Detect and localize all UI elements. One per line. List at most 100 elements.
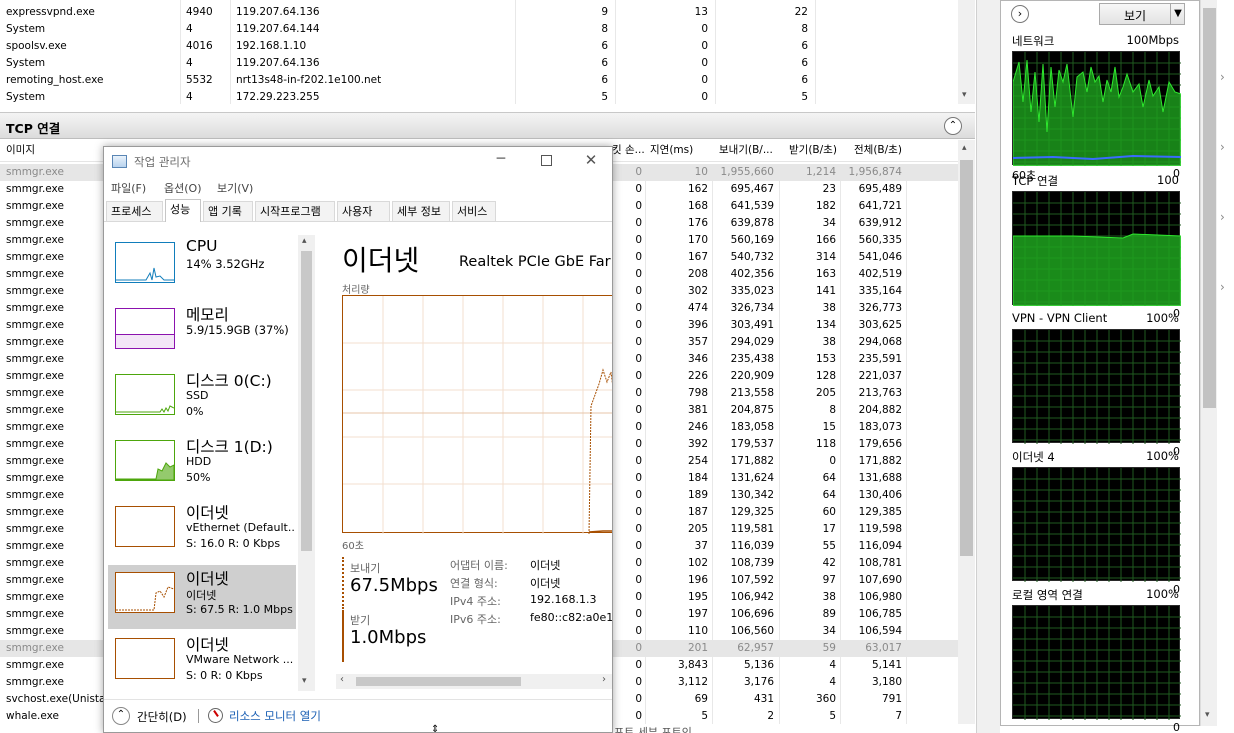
row-image: smmgr.exe: [6, 608, 64, 620]
sidebar-item-title: 디스크 1(D:): [186, 438, 273, 456]
sidebar-item[interactable]: CPU 14% 3.52GHz: [108, 235, 296, 299]
sidebar-thumbnail: [115, 638, 175, 679]
sidebar-item[interactable]: 디스크 0(C:) SSD 0%: [108, 367, 296, 431]
sidebar-thumbnail: [115, 374, 175, 415]
scroll-up-icon[interactable]: ▴: [302, 236, 307, 246]
row-packet-loss: 0: [635, 302, 642, 314]
collapse-icon[interactable]: ⌃: [944, 117, 962, 135]
row-image: whale.exe: [6, 710, 60, 722]
tab-5[interactable]: 사용자: [337, 201, 390, 221]
menu-file[interactable]: 파일(F): [111, 180, 146, 196]
top-table-scrollbar[interactable]: ▾: [958, 0, 975, 104]
chevron-right-icon[interactable]: ›: [1220, 210, 1225, 224]
minimize-button[interactable]: ─: [486, 151, 516, 171]
sidebar-scroll-thumb[interactable]: [301, 251, 312, 551]
graph-title: 로컬 영역 연결: [1012, 588, 1083, 602]
scroll-left-icon[interactable]: ‹: [340, 674, 344, 685]
scroll-right-icon[interactable]: ›: [602, 674, 606, 685]
row-image: smmgr.exe: [6, 336, 64, 348]
sidebar-item[interactable]: 메모리 5.9/15.9GB (37%): [108, 301, 296, 365]
row-recv: 128: [815, 370, 836, 382]
row-image: smmgr.exe: [6, 319, 64, 331]
tab-2[interactable]: 성능: [165, 199, 201, 222]
row-image: smmgr.exe: [6, 183, 64, 195]
graph-title: 네트워크: [1012, 34, 1055, 48]
chevron-down-icon[interactable]: ▼: [1170, 4, 1185, 24]
chevron-right-icon[interactable]: ›: [1220, 140, 1225, 154]
scroll-up-icon[interactable]: ▴: [962, 143, 967, 153]
open-resource-monitor-link[interactable]: 리소스 모니터 열기: [229, 708, 321, 724]
tab-1[interactable]: 프로세스: [106, 201, 163, 221]
row-latency: 208: [687, 268, 708, 280]
menu-view[interactable]: 보기(V): [217, 180, 253, 196]
row-send: 2: [767, 710, 774, 722]
table-row[interactable]: System 4 172.29.223.255 5 0 5: [0, 89, 958, 106]
sidebar-item[interactable]: 디스크 1(D:) HDD 50%: [108, 433, 296, 497]
graphs-scroll-thumb[interactable]: [1203, 8, 1216, 408]
sidebar-item-title: 메모리: [186, 306, 229, 324]
scroll-down-icon[interactable]: ▾: [302, 676, 307, 686]
row-recv: 4: [829, 659, 836, 671]
detail-hscrollbar[interactable]: ‹ ›: [336, 674, 612, 689]
property-value: fe80::c82:a0e1:: [530, 611, 612, 624]
sidebar-item[interactable]: 이더넷 이더넷 S: 67.5 R: 1.0 Mbps: [108, 565, 296, 629]
collapse-chevron-icon[interactable]: ⌃: [112, 707, 130, 725]
maximize-button[interactable]: [532, 151, 562, 171]
sidebar-item[interactable]: 이더넷 VMware Network ... S: 0 R: 0 Kbps: [108, 631, 296, 695]
tab-4[interactable]: 시작프로그램: [255, 201, 335, 221]
row-latency: 5: [701, 710, 708, 722]
row-value: 0: [701, 40, 708, 52]
table-row[interactable]: expressvpnd.exe 4940 119.207.64.136 9 13 22: [0, 4, 958, 21]
row-latency: 168: [687, 200, 708, 212]
chevron-right-icon[interactable]: ›: [1220, 70, 1225, 84]
collapse-link[interactable]: 간단히(D): [137, 709, 187, 725]
col-header-image[interactable]: 이미지: [6, 142, 35, 159]
title-bar[interactable]: 작업 관리자 ─ ✕: [104, 147, 612, 177]
row-recv: 34: [822, 217, 836, 229]
detail-hscroll-thumb[interactable]: [356, 677, 521, 686]
row-packet-loss: 0: [635, 319, 642, 331]
row-total: 183,073: [858, 421, 902, 433]
menu-options[interactable]: 옵션(O): [164, 180, 201, 196]
col-header-recv[interactable]: 받기(B/초): [789, 142, 837, 159]
sidebar-scrollbar[interactable]: ▴ ▾: [298, 235, 315, 691]
table-row[interactable]: System 4 119.207.64.144 8 0 8: [0, 21, 958, 38]
table-row[interactable]: remoting_host.exe 5532 nrt13s48-in-f202.1e…: [0, 72, 958, 89]
row-recv: 15: [822, 421, 836, 433]
row-recv: 1,214: [805, 166, 836, 178]
sidebar-thumbnail: [115, 440, 175, 481]
chevron-right-icon[interactable]: ›: [1220, 280, 1225, 294]
sidebar-item[interactable]: 이더넷 vEthernet (Default... S: 16.0 R: 0 Kbp…: [108, 499, 296, 563]
tab-6[interactable]: 세부 정보: [392, 201, 450, 221]
scroll-down-icon[interactable]: ▾: [962, 90, 967, 100]
tab-3[interactable]: 앱 기록: [203, 201, 253, 221]
row-total: 5,141: [871, 659, 902, 671]
row-image: smmgr.exe: [6, 353, 64, 365]
graph-svg: [1013, 468, 1181, 582]
panel-expand-icon[interactable]: ›: [1011, 5, 1029, 23]
col-header-send[interactable]: 보내기(B/...: [719, 142, 779, 159]
row-latency: 37: [694, 540, 708, 552]
tcp-section-header[interactable]: TCP 연결 ⌃: [0, 112, 975, 139]
row-packet-loss: 0: [635, 438, 642, 450]
sidebar-thumbnail: [115, 242, 175, 283]
tab-7[interactable]: 서비스: [452, 201, 496, 221]
col-header-total[interactable]: 전체(B/초): [854, 142, 902, 159]
row-value: 22: [794, 6, 808, 18]
graphs-panel-scrollbar[interactable]: ▾: [1200, 0, 1217, 726]
table-row[interactable]: spoolsv.exe 4016 192.168.1.10 6 0 6: [0, 38, 958, 55]
row-recv: 5: [829, 710, 836, 722]
col-header-latency[interactable]: 지연(ms): [650, 142, 693, 159]
row-recv: 23: [822, 183, 836, 195]
row-value: 8: [801, 23, 808, 35]
col-header-loss[interactable]: 킷 손...: [612, 142, 645, 159]
row-send: 1,955,660: [720, 166, 774, 178]
row-send: 220,909: [730, 370, 774, 382]
close-button[interactable]: ✕: [576, 151, 606, 171]
row-send: 639,878: [730, 217, 774, 229]
view-button[interactable]: 보기 ▼: [1099, 3, 1185, 25]
table-row[interactable]: System 4 119.207.64.136 6 0 6: [0, 55, 958, 72]
tcp-table-scrollbar[interactable]: ▴: [958, 140, 975, 724]
tcp-scroll-thumb[interactable]: [960, 160, 973, 556]
scroll-down-icon[interactable]: ▾: [1205, 710, 1210, 720]
